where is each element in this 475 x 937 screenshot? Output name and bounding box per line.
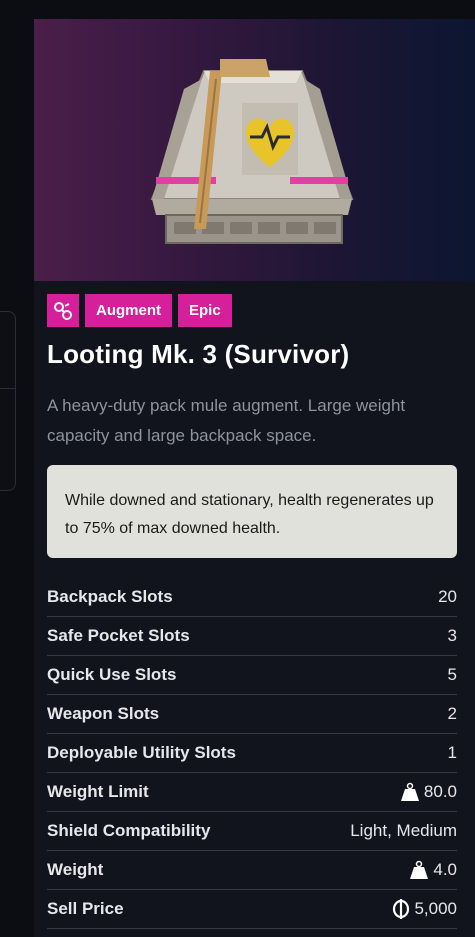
stat-label: Safe Pocket Slots <box>47 626 190 645</box>
item-title: Looting Mk. 3 (Survivor) <box>47 339 350 369</box>
stat-row-quick-use-slots: Quick Use Slots 5 <box>47 656 457 695</box>
stat-label: Shield Compatibility <box>47 821 211 840</box>
stat-label: Quick Use Slots <box>47 665 177 684</box>
stat-value-text: Light, Medium <box>350 821 457 840</box>
stat-value: 5 <box>448 665 457 685</box>
stat-value-text: 3 <box>447 626 457 645</box>
stat-value: Light, Medium <box>350 821 457 841</box>
rarity-badge: Epic <box>178 294 232 327</box>
augment-case-illustration <box>150 59 354 244</box>
stat-value-text: 5,000 <box>414 899 457 918</box>
stat-row-weight: Weight 4.0 <box>47 851 457 890</box>
stat-label: Weight Limit <box>47 782 149 801</box>
stat-value: 1 <box>448 743 457 763</box>
item-description: A heavy-duty pack mule augment. Large we… <box>47 396 406 445</box>
effect-box: While downed and stationary, health rege… <box>47 465 457 558</box>
side-panel-divider <box>0 388 15 389</box>
stat-label: Weight <box>47 860 104 879</box>
stat-row-deployable-utility-slots: Deployable Utility Slots 1 <box>47 734 457 773</box>
item-image <box>34 19 475 281</box>
stat-label: Deployable Utility Slots <box>47 743 236 762</box>
stats-table: Backpack Slots 20 Safe Pocket Slots 3 Qu… <box>47 578 457 929</box>
stat-value: 5,000 <box>392 899 457 919</box>
stat-value: 2 <box>448 704 457 724</box>
stat-value-text: 4.0 <box>433 860 457 879</box>
stat-row-shield-compatibility: Shield Compatibility Light, Medium <box>47 812 457 851</box>
stat-label: Sell Price <box>47 899 124 918</box>
effect-text: While downed and stationary, health rege… <box>65 492 434 537</box>
stat-label: Weapon Slots <box>47 704 160 723</box>
stat-value: 4.0 <box>409 860 457 880</box>
item-tags: Augment Epic <box>47 294 232 327</box>
stat-value-text: 2 <box>447 704 457 723</box>
weight-icon <box>400 782 419 801</box>
stat-value: 3 <box>448 626 457 646</box>
stat-row-weight-limit: Weight Limit 80.0 <box>47 773 457 812</box>
coin-icon <box>393 899 410 919</box>
weight-icon <box>410 860 429 879</box>
item-detail-card: Augment Epic Looting Mk. 3 (Survivor) A … <box>34 19 475 937</box>
side-panel <box>0 311 16 491</box>
stat-value-text: 5 <box>447 665 457 684</box>
stat-row-backpack-slots: Backpack Slots 20 <box>47 578 457 617</box>
augment-type-badge <box>47 294 79 327</box>
stat-value-text: 80.0 <box>423 782 457 801</box>
category-badge: Augment <box>85 294 172 327</box>
stat-row-weapon-slots: Weapon Slots 2 <box>47 695 457 734</box>
augment-chain-icon <box>54 301 72 320</box>
stat-row-safe-pocket-slots: Safe Pocket Slots 3 <box>47 617 457 656</box>
stat-value-text: 1 <box>447 743 457 762</box>
stat-value: 20 <box>438 587 457 607</box>
stat-row-sell-price: Sell Price 5,000 <box>47 890 457 929</box>
stat-value-text: 20 <box>438 587 457 606</box>
stat-value: 80.0 <box>400 782 457 802</box>
stat-label: Backpack Slots <box>47 587 173 606</box>
